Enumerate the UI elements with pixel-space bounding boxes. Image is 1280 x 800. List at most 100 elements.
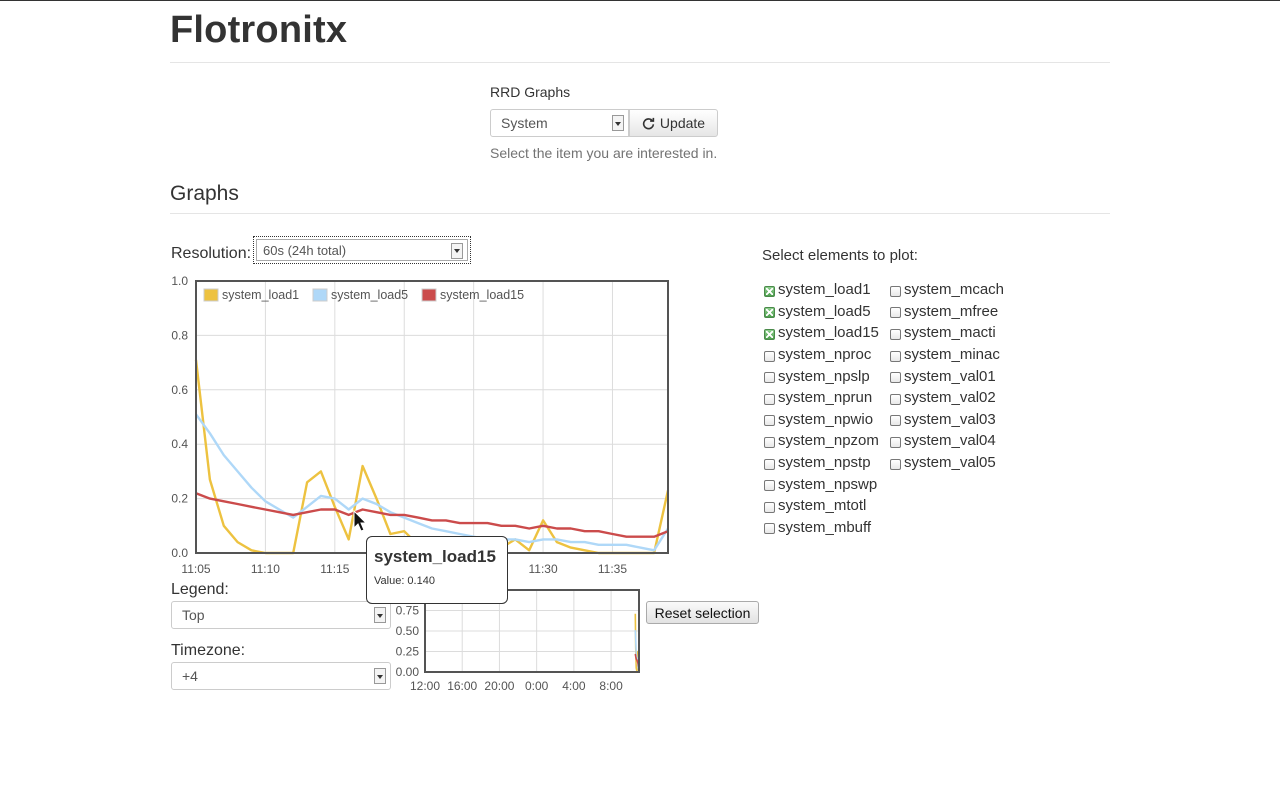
resolution-label: Resolution: — [171, 245, 252, 262]
update-button-label: Update — [659, 115, 706, 131]
element-option-label: system_npwio — [778, 410, 874, 428]
element-option[interactable]: system_nprun — [763, 387, 879, 409]
element-option[interactable]: system_npwio — [763, 409, 879, 431]
y-tick-label: 0.00 — [396, 665, 420, 679]
element-option[interactable]: system_npzom — [763, 430, 879, 452]
main-load-chart[interactable]: 0.00.20.40.60.81.0 11:0511:1011:1511:201… — [160, 271, 680, 581]
main-chart-y-axis: 0.0 0.2 0.4 0.6 0.8 1.0 — [171, 274, 188, 560]
element-option[interactable]: system_load5 — [763, 301, 879, 323]
tooltip-value: Value: 0.140 — [374, 575, 435, 587]
x-tick-label: 11:05 — [181, 562, 210, 576]
rrd-graph-select[interactable]: System — [490, 109, 629, 137]
reset-selection-button[interactable]: Reset selection — [646, 601, 759, 624]
main-chart-legend: system_load1 system_load5 system_load15 — [203, 288, 524, 302]
element-option[interactable]: system_val05 — [889, 452, 1004, 474]
element-option-label: system_nproc — [778, 346, 872, 364]
element-option[interactable]: system_nproc — [763, 344, 879, 366]
checkbox[interactable] — [764, 393, 775, 405]
rrd-graphs-label: RRD Graphs — [490, 84, 571, 100]
elements-column-1: system_load1 system_load5 system_load15sys… — [763, 279, 879, 538]
legend-position-select-value: Top — [182, 607, 205, 623]
element-option[interactable]: system_npslp — [763, 365, 879, 387]
element-option[interactable]: system_val01 — [889, 365, 1004, 387]
element-option[interactable]: system_npswp — [763, 473, 879, 495]
legend-position-select[interactable]: Top — [171, 601, 391, 629]
checkbox[interactable] — [890, 415, 901, 427]
element-option[interactable]: system_val04 — [889, 430, 1004, 452]
element-option[interactable]: system_val02 — [889, 387, 1004, 409]
overview-chart-y-axis: 0.00 0.25 0.50 0.75 — [396, 604, 420, 680]
checkbox[interactable] — [764, 372, 775, 384]
element-option[interactable]: system_load1 — [763, 279, 879, 301]
chevron-down-icon — [451, 243, 463, 259]
element-option[interactable]: system_mcach — [889, 279, 1004, 301]
element-option[interactable]: system_mfree — [889, 301, 1004, 323]
x-tick-label: 4:00 — [562, 679, 586, 693]
element-option-label: system_mtotl — [778, 497, 867, 515]
y-tick-label: 0.6 — [171, 383, 188, 397]
select-elements-title: Select elements to plot: — [762, 247, 918, 264]
checkbox[interactable] — [764, 415, 775, 427]
y-tick-label: 0.25 — [396, 645, 420, 659]
element-option[interactable]: system_mbuff — [763, 517, 879, 539]
main-chart-series — [194, 359, 670, 555]
checkbox-checked[interactable] — [764, 285, 775, 297]
checkbox[interactable] — [890, 307, 901, 319]
main-chart-grid — [195, 280, 668, 554]
update-button[interactable]: Update — [629, 109, 718, 137]
graphs-heading: Graphs — [170, 182, 239, 205]
element-option-label: system_mcach — [904, 281, 1005, 299]
checkbox[interactable] — [890, 285, 901, 297]
elements-column-2: system_mcach system_mfree system_mactisyst… — [889, 279, 1004, 473]
checkbox[interactable] — [890, 350, 901, 362]
y-tick-label: 0.4 — [171, 437, 188, 451]
element-option[interactable]: system_val03 — [889, 409, 1004, 431]
element-option-label: system_npswp — [778, 475, 878, 493]
x-tick-label: 11:30 — [528, 562, 557, 576]
mouse-cursor-icon — [353, 509, 368, 532]
checkbox[interactable] — [764, 523, 775, 535]
y-tick-label: 0.0 — [171, 546, 188, 560]
element-option-label: system_val01 — [904, 367, 996, 385]
y-tick-label: 0.75 — [396, 604, 420, 618]
element-option[interactable]: system_macti — [889, 322, 1004, 344]
element-option-label: system_val05 — [904, 454, 996, 472]
checkbox[interactable] — [764, 480, 775, 492]
checkbox[interactable] — [764, 501, 775, 513]
timezone-select[interactable]: +4 — [171, 662, 391, 690]
checkbox[interactable] — [764, 436, 775, 448]
y-tick-label: 0.8 — [171, 328, 188, 342]
element-option[interactable]: system_load15 — [763, 322, 879, 344]
checkbox[interactable] — [890, 393, 901, 405]
checkbox[interactable] — [890, 436, 901, 448]
checkbox[interactable] — [890, 372, 901, 384]
element-option-label: system_macti — [904, 324, 996, 342]
timezone-select-value: +4 — [182, 668, 198, 684]
timezone-label: Timezone: — [171, 642, 246, 659]
x-tick-label: 8:00 — [599, 679, 623, 693]
checkbox[interactable] — [890, 328, 901, 340]
checkbox[interactable] — [764, 458, 775, 470]
series-line — [194, 359, 670, 555]
legend-label: system_load1 — [222, 288, 299, 302]
element-option[interactable]: system_mtotl — [763, 495, 879, 517]
checkbox-checked[interactable] — [764, 307, 775, 319]
element-option[interactable]: system_npstp — [763, 452, 879, 474]
element-option-label: system_nprun — [778, 389, 873, 407]
header-divider — [170, 62, 1110, 63]
x-tick-label: 11:15 — [320, 562, 349, 576]
element-option-label: system_minac — [904, 346, 1000, 364]
element-option[interactable]: system_minac — [889, 344, 1004, 366]
rrd-graph-select-value: System — [501, 115, 548, 131]
y-tick-label: 0.50 — [396, 624, 420, 638]
checkbox-checked[interactable] — [764, 328, 775, 340]
resolution-select-value: 60s (24h total) — [263, 242, 347, 258]
resolution-select[interactable]: 60s (24h total) — [253, 236, 471, 264]
checkbox[interactable] — [764, 350, 775, 362]
tooltip-title: system_load15 — [374, 547, 496, 566]
element-option-label: system_mbuff — [778, 518, 872, 536]
brand-title[interactable]: Flotronitx — [170, 9, 347, 52]
legend-label: system_load5 — [331, 288, 408, 302]
chevron-down-icon — [612, 115, 624, 131]
checkbox[interactable] — [890, 458, 901, 470]
